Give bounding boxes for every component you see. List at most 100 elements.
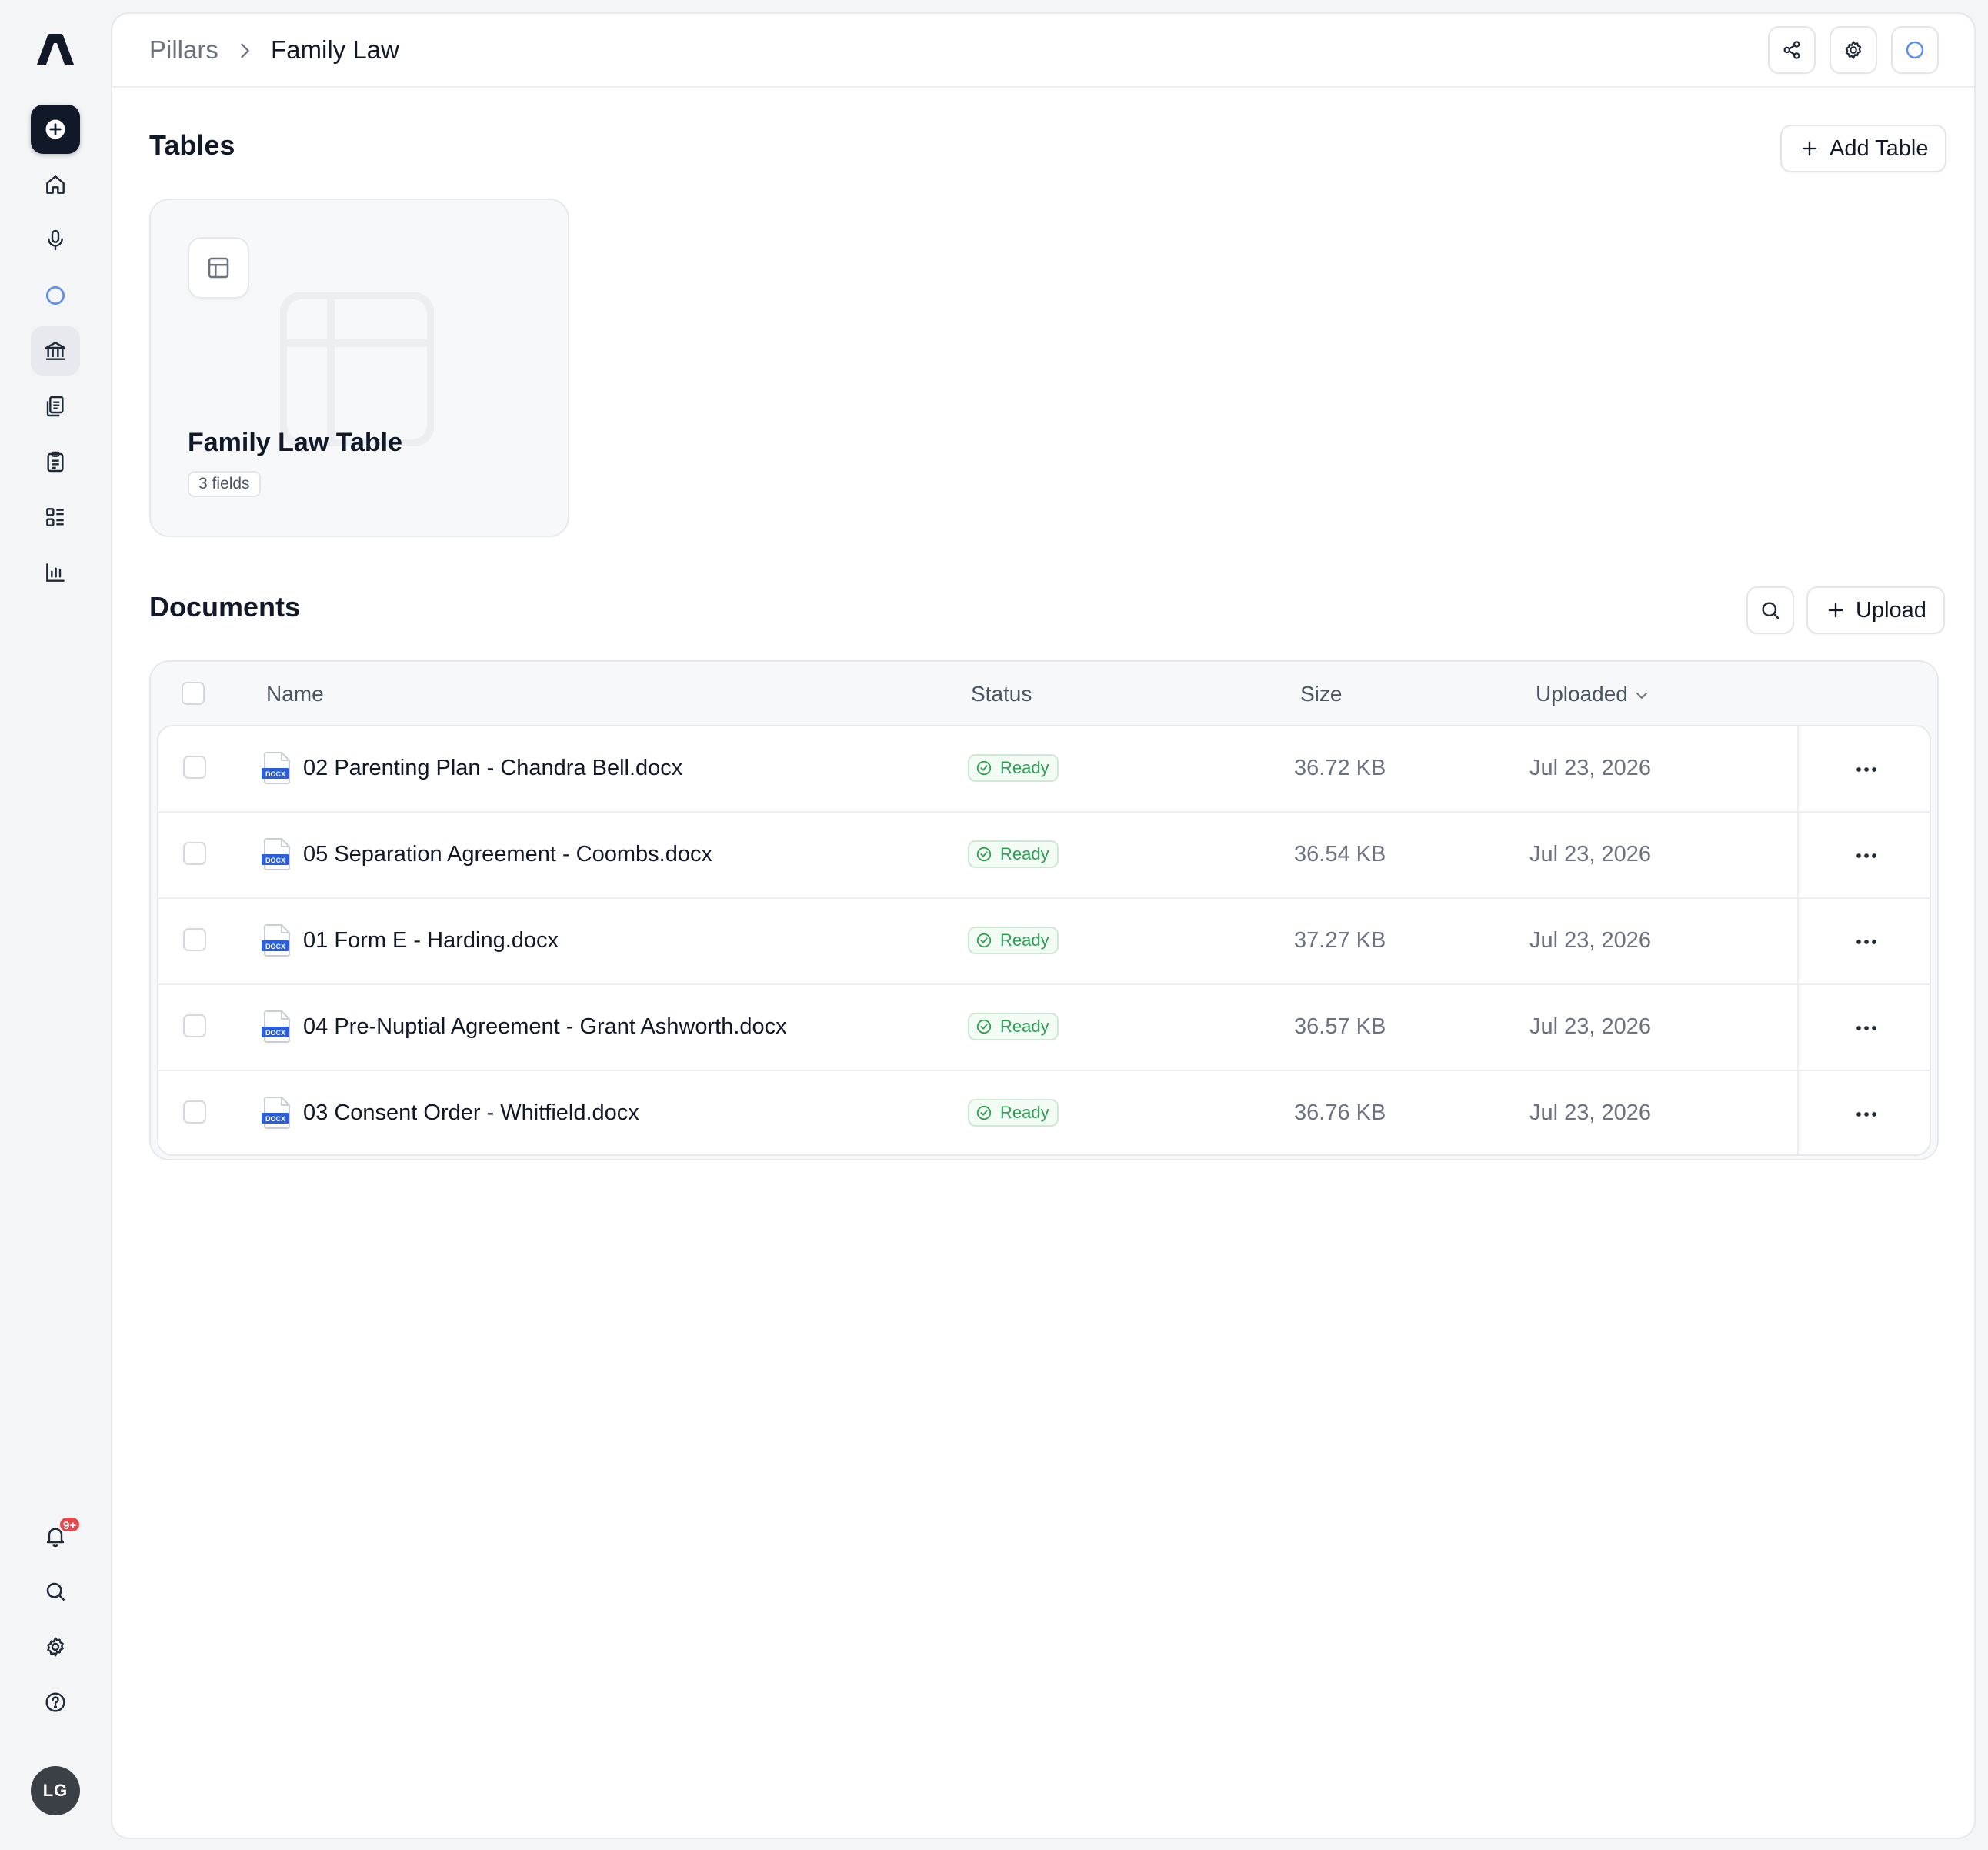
sidebar-item-home[interactable] bbox=[31, 160, 80, 209]
new-item-button[interactable] bbox=[31, 105, 80, 154]
tables-heading: Tables bbox=[149, 129, 235, 161]
docx-file-icon: DOCX bbox=[262, 924, 290, 957]
circle-status-icon bbox=[1906, 41, 1924, 59]
column-uploaded[interactable]: Uploaded bbox=[1536, 682, 1628, 706]
notifications-button[interactable]: 9+ bbox=[31, 1511, 82, 1561]
app-logo[interactable] bbox=[35, 32, 75, 66]
table-fields-tag: 3 fields bbox=[188, 471, 261, 497]
sidebar-item-lists[interactable] bbox=[31, 493, 80, 542]
page-settings-button[interactable] bbox=[1830, 26, 1877, 74]
table-row[interactable]: DOCX 03 Consent Order - Whitfield.docx R… bbox=[158, 1071, 1930, 1154]
table-icon bbox=[208, 257, 229, 279]
documents-search-button[interactable] bbox=[1746, 586, 1794, 634]
row-checkbox[interactable] bbox=[183, 842, 206, 865]
more-horizontal-icon[interactable] bbox=[1851, 840, 1882, 871]
status-button[interactable] bbox=[1891, 26, 1939, 74]
sidebar-item-documents[interactable] bbox=[31, 382, 80, 431]
file-name[interactable]: 03 Consent Order - Whitfield.docx bbox=[303, 1100, 639, 1126]
status-badge: Ready bbox=[968, 840, 1059, 868]
sidebar-item-voice[interactable] bbox=[31, 215, 80, 265]
help-icon bbox=[45, 1692, 65, 1712]
check-circle-icon bbox=[976, 1105, 992, 1120]
more-horizontal-icon[interactable] bbox=[1851, 1013, 1882, 1044]
documents-icon bbox=[46, 396, 64, 417]
table-icon-box bbox=[188, 237, 249, 299]
status-text: Ready bbox=[1000, 1103, 1049, 1122]
column-status[interactable]: Status bbox=[971, 682, 1032, 706]
row-checkbox[interactable] bbox=[183, 1100, 206, 1124]
upload-date: Jul 23, 2026 bbox=[1529, 1014, 1652, 1039]
check-circle-icon bbox=[976, 1019, 992, 1034]
top-bar: Pillars Family Law bbox=[112, 14, 1974, 88]
main-panel: Pillars Family Law Tables Add Table Fami… bbox=[111, 12, 1976, 1839]
share-button[interactable] bbox=[1768, 26, 1816, 74]
svg-text:DOCX: DOCX bbox=[265, 943, 285, 950]
home-icon bbox=[46, 175, 65, 194]
file-name[interactable]: 02 Parenting Plan - Chandra Bell.docx bbox=[303, 756, 682, 781]
sidebar-item-status[interactable] bbox=[31, 271, 80, 320]
documents-table: Name Status Size Uploaded DOCX 02 Parent… bbox=[149, 660, 1939, 1160]
row-checkbox[interactable] bbox=[183, 928, 206, 951]
search-icon bbox=[1762, 602, 1780, 619]
microphone-icon bbox=[48, 229, 63, 251]
circle-status-icon bbox=[46, 286, 65, 305]
status-text: Ready bbox=[1000, 758, 1049, 777]
svg-text:DOCX: DOCX bbox=[265, 1029, 285, 1037]
table-row[interactable]: DOCX 04 Pre-Nuptial Agreement - Grant As… bbox=[158, 985, 1930, 1071]
svg-text:DOCX: DOCX bbox=[265, 857, 285, 864]
file-name[interactable]: 01 Form E - Harding.docx bbox=[303, 928, 559, 953]
table-row[interactable]: DOCX 02 Parenting Plan - Chandra Bell.do… bbox=[158, 726, 1930, 813]
sidebar: 9+ LG bbox=[0, 0, 111, 1850]
upload-date: Jul 23, 2026 bbox=[1529, 842, 1652, 867]
table-row[interactable]: DOCX 05 Separation Agreement - Coombs.do… bbox=[158, 813, 1930, 899]
table-row[interactable]: DOCX 01 Form E - Harding.docx Ready 37.2… bbox=[158, 899, 1930, 985]
row-checkbox[interactable] bbox=[183, 756, 206, 779]
file-size: 36.57 KB bbox=[1294, 1014, 1386, 1039]
row-actions-cell bbox=[1797, 726, 1930, 811]
check-circle-icon bbox=[976, 933, 992, 948]
status-badge: Ready bbox=[968, 1099, 1059, 1127]
gear-icon bbox=[1845, 41, 1862, 59]
more-horizontal-icon[interactable] bbox=[1851, 927, 1882, 957]
sidebar-item-pillars[interactable] bbox=[31, 326, 80, 376]
column-name[interactable]: Name bbox=[266, 682, 324, 706]
svg-text:DOCX: DOCX bbox=[265, 770, 285, 778]
sort-chevron-down-icon[interactable] bbox=[1633, 686, 1651, 705]
column-size[interactable]: Size bbox=[1300, 682, 1342, 706]
breadcrumb-current: Family Law bbox=[271, 35, 399, 64]
file-size: 36.76 KB bbox=[1294, 1100, 1386, 1125]
check-circle-icon bbox=[976, 760, 992, 776]
gear-icon bbox=[47, 1637, 64, 1657]
docx-file-icon: DOCX bbox=[262, 1097, 290, 1129]
breadcrumb-parent[interactable]: Pillars bbox=[149, 35, 218, 65]
more-horizontal-icon[interactable] bbox=[1851, 1099, 1882, 1130]
sidebar-settings-button[interactable] bbox=[31, 1622, 80, 1671]
check-circle-icon bbox=[976, 847, 992, 862]
file-size: 36.72 KB bbox=[1294, 756, 1386, 780]
sidebar-item-analytics[interactable] bbox=[31, 548, 80, 597]
sidebar-search-button[interactable] bbox=[31, 1567, 80, 1616]
row-actions-cell bbox=[1797, 813, 1930, 897]
more-horizontal-icon[interactable] bbox=[1851, 754, 1882, 785]
table-body: DOCX 02 Parenting Plan - Chandra Bell.do… bbox=[157, 725, 1931, 1156]
file-name[interactable]: 04 Pre-Nuptial Agreement - Grant Ashwort… bbox=[303, 1014, 787, 1040]
row-checkbox[interactable] bbox=[183, 1014, 206, 1037]
table-card[interactable]: Family Law Table 3 fields bbox=[149, 199, 569, 537]
status-text: Ready bbox=[1000, 844, 1049, 863]
user-avatar[interactable]: LG bbox=[31, 1766, 80, 1815]
bar-chart-icon bbox=[46, 563, 65, 582]
help-button[interactable] bbox=[31, 1678, 80, 1727]
status-badge: Ready bbox=[968, 927, 1059, 954]
upload-button[interactable]: Upload bbox=[1806, 586, 1945, 634]
upload-label: Upload bbox=[1856, 597, 1926, 623]
table-card-title: Family Law Table bbox=[188, 428, 403, 457]
upload-date: Jul 23, 2026 bbox=[1529, 928, 1652, 953]
plus-icon bbox=[1802, 141, 1817, 156]
add-table-button[interactable]: Add Table bbox=[1780, 125, 1947, 172]
status-text: Ready bbox=[1000, 1017, 1049, 1036]
file-name[interactable]: 05 Separation Agreement - Coombs.docx bbox=[303, 842, 712, 867]
sidebar-item-tasks[interactable] bbox=[31, 437, 80, 486]
select-all-checkbox[interactable] bbox=[182, 682, 205, 705]
file-size: 36.54 KB bbox=[1294, 842, 1386, 867]
row-actions-cell bbox=[1797, 985, 1930, 1070]
